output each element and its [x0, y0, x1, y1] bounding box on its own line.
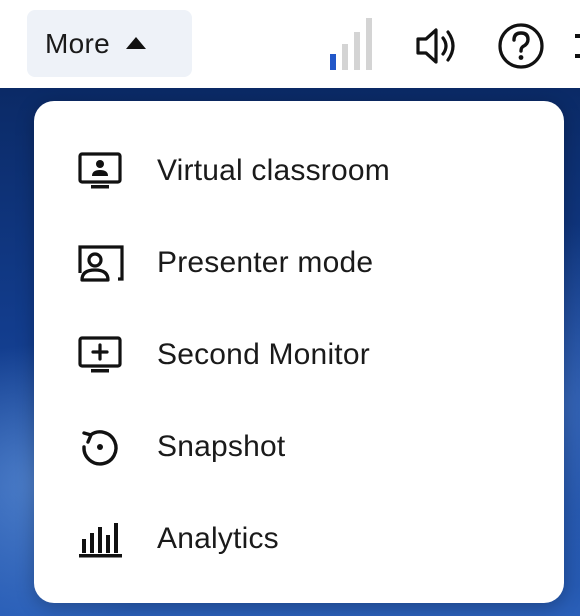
signal-bar-1 — [330, 54, 336, 70]
signal-bar-2 — [342, 44, 348, 70]
presenter-mode-icon — [78, 241, 128, 285]
top-toolbar: More — [0, 0, 580, 88]
more-dropdown-menu: Virtual classroom Presenter mode Second … — [34, 101, 564, 603]
menu-item-virtual-classroom[interactable]: Virtual classroom — [34, 125, 564, 217]
overflow-menu-icon[interactable] — [574, 26, 580, 66]
menu-item-label: Analytics — [157, 522, 279, 555]
menu-item-second-monitor[interactable]: Second Monitor — [34, 309, 564, 401]
menu-item-presenter-mode[interactable]: Presenter mode — [34, 217, 564, 309]
virtual-classroom-icon — [78, 149, 128, 193]
menu-item-label: Snapshot — [157, 430, 286, 463]
signal-bar-3 — [354, 32, 360, 70]
menu-item-label: Virtual classroom — [157, 154, 390, 187]
more-button-label: More — [45, 27, 110, 59]
menu-item-analytics[interactable]: Analytics — [34, 493, 564, 585]
signal-bar-4 — [366, 18, 372, 70]
help-icon[interactable] — [497, 22, 545, 70]
snapshot-icon — [78, 425, 128, 469]
speaker-icon[interactable] — [414, 24, 458, 68]
analytics-icon — [78, 517, 128, 561]
network-signal-icon[interactable] — [328, 16, 384, 72]
second-monitor-icon — [78, 333, 128, 377]
menu-item-snapshot[interactable]: Snapshot — [34, 401, 564, 493]
caret-up-icon — [126, 36, 146, 49]
more-menu-button[interactable]: More — [27, 10, 192, 77]
menu-item-label: Second Monitor — [157, 338, 370, 371]
menu-item-label: Presenter mode — [157, 246, 374, 279]
